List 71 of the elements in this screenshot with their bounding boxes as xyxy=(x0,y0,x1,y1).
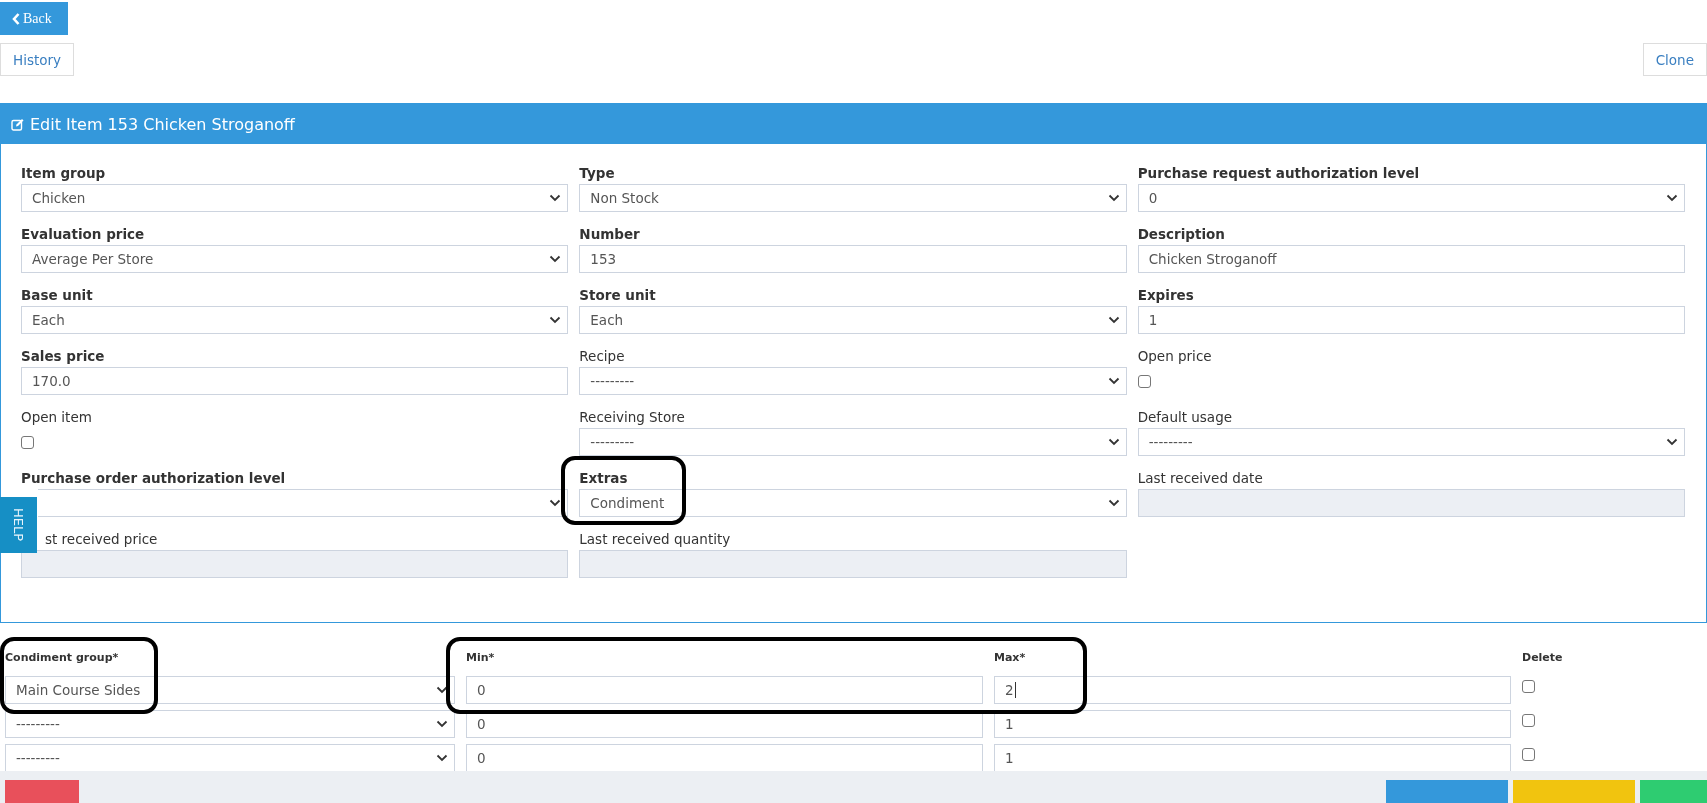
select-field[interactable]: Main Course Sides xyxy=(5,676,455,704)
select-field[interactable]: --------- xyxy=(5,744,455,772)
column-header: Min* xyxy=(466,651,495,664)
select-field[interactable]: --------- xyxy=(579,367,1127,395)
chevron-down-icon xyxy=(549,499,562,507)
chevron-down-icon xyxy=(549,194,562,202)
chevron-down-icon xyxy=(1107,499,1120,507)
history-button[interactable]: History xyxy=(0,43,75,76)
field-label: Recipe xyxy=(579,348,625,364)
field-label: Evaluation price xyxy=(21,226,145,242)
chevron-down-icon xyxy=(1107,377,1120,385)
select-field[interactable]: --------- xyxy=(5,710,455,738)
field-label: Receiving Store xyxy=(579,409,685,425)
number-field[interactable]: 0 xyxy=(466,744,983,772)
text-field[interactable]: 170.0 xyxy=(21,367,569,395)
chevron-down-icon xyxy=(436,686,448,694)
edit-icon xyxy=(11,117,24,131)
column-header: Max* xyxy=(994,651,1026,664)
text-field[interactable]: Chicken Stroganoff xyxy=(1137,245,1685,273)
chevron-down-icon xyxy=(436,754,448,762)
select-field[interactable] xyxy=(38,489,569,517)
checkbox[interactable] xyxy=(1137,374,1151,388)
delete-checkbox[interactable] xyxy=(1522,748,1535,761)
field-label: Extras xyxy=(579,470,628,486)
text-field[interactable]: 1 xyxy=(1137,306,1685,334)
chevron-down-icon xyxy=(1666,194,1678,202)
field-label: Type xyxy=(579,165,615,181)
chevron-down-icon xyxy=(1107,438,1120,446)
select-field[interactable]: Chicken xyxy=(21,184,569,212)
column-header: Delete xyxy=(1522,651,1563,664)
panel-title: Edit Item 153 Chicken Stroganoff xyxy=(30,114,295,134)
field-label: Last received quantity xyxy=(579,531,731,547)
select-field[interactable]: Each xyxy=(21,306,569,334)
field-label: Base unit xyxy=(21,287,93,303)
field-label: Purchase request authorization level xyxy=(1137,165,1420,181)
text-field[interactable]: 153 xyxy=(579,245,1127,273)
select-field[interactable]: --------- xyxy=(1137,428,1685,456)
select-field[interactable]: --------- xyxy=(579,428,1127,456)
field-label: Item group xyxy=(21,165,106,181)
select-field[interactable]: Each xyxy=(579,306,1127,334)
select-field[interactable]: Average Per Store xyxy=(21,245,569,273)
chevron-down-icon xyxy=(549,316,562,324)
chevron-down-icon xyxy=(549,255,562,263)
field-label: Number xyxy=(579,226,640,242)
field-label: Open price xyxy=(1137,348,1212,364)
field-label: Store unit xyxy=(579,287,656,303)
chevron-down-icon xyxy=(436,720,448,728)
delete-checkbox[interactable] xyxy=(1522,714,1535,727)
field-label: Default usage xyxy=(1137,409,1232,425)
field-label: Expires xyxy=(1137,287,1194,303)
select-field[interactable]: Condiment xyxy=(579,489,1127,517)
chevron-down-icon xyxy=(1107,194,1120,202)
chevron-down-icon xyxy=(1666,438,1678,446)
chevron-left-icon xyxy=(12,12,20,25)
number-field[interactable]: 2 xyxy=(994,676,1511,704)
clone-button[interactable]: Clone xyxy=(1642,43,1707,76)
number-field[interactable]: 1 xyxy=(994,710,1511,738)
select-field[interactable]: 0 xyxy=(1137,184,1685,212)
chevron-down-icon xyxy=(1107,316,1120,324)
field-label: Last received date xyxy=(1137,470,1263,486)
field-label: st received price xyxy=(45,531,158,547)
checkbox[interactable] xyxy=(21,435,34,449)
number-field[interactable]: 1 xyxy=(994,744,1511,772)
field-label: Description xyxy=(1137,226,1225,242)
select-field[interactable]: Non Stock xyxy=(579,184,1127,212)
delete-checkbox[interactable] xyxy=(1522,680,1535,693)
field-label: Purchase order authorization level xyxy=(21,470,286,486)
column-header: Condiment group* xyxy=(5,651,119,664)
field-label: Open item xyxy=(21,409,92,425)
field-label: Sales price xyxy=(21,348,105,364)
number-field[interactable]: 0 xyxy=(466,676,983,704)
